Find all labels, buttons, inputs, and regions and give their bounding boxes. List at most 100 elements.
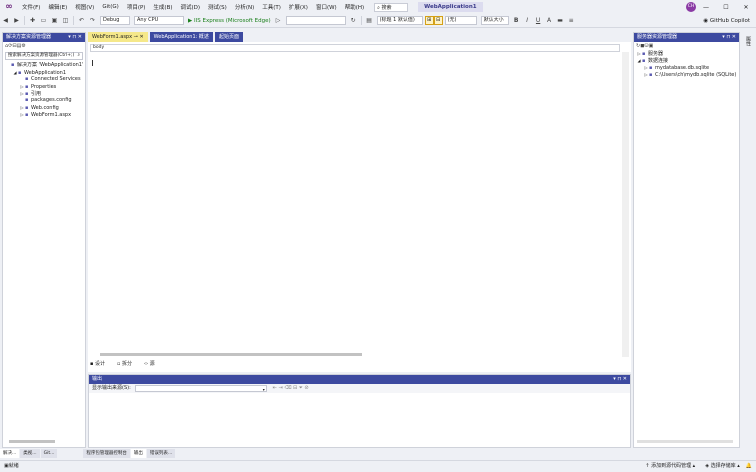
panel-controls[interactable]: ▾ ⊓ ✕: [613, 375, 627, 384]
bold-icon[interactable]: B: [512, 16, 521, 25]
search-box[interactable]: ⌕ 搜索: [374, 2, 409, 12]
se-tree: ▪ 解决方案 'WebApplication1' ◢▪ WebApplication1…: [3, 62, 85, 118]
underline-icon[interactable]: U: [534, 16, 543, 25]
divider: [360, 16, 362, 25]
menu-build[interactable]: 生成(B): [149, 3, 176, 11]
toolbar: ◀ ▶ ✚ ▭ ▣ ◫ ↶ ↷ Debug Any CPU ▶ IIS Expr…: [0, 14, 756, 28]
save-icon[interactable]: ▣: [50, 16, 59, 25]
pin-icon[interactable]: ⊸ ✕: [134, 34, 144, 40]
tree-item[interactable]: ▷▪ Properties: [3, 83, 85, 90]
toolbox-icon[interactable]: ▤: [365, 16, 374, 25]
tab-label: WebApplication1: 概述: [153, 34, 209, 40]
back-icon[interactable]: ◀: [1, 16, 10, 25]
italic-icon[interactable]: I: [523, 16, 532, 25]
highlight-icon[interactable]: ▬: [556, 16, 565, 25]
btab-package-console[interactable]: 程序包管理器控制台: [83, 449, 130, 458]
tab-webform1[interactable]: WebForm1.aspx ⊸ ✕: [88, 32, 148, 42]
configuration-select[interactable]: Debug: [100, 16, 130, 25]
menu-edit[interactable]: 编辑(E): [44, 3, 71, 11]
open-folder-icon[interactable]: ▭: [39, 16, 48, 25]
copilot-button[interactable]: ◉ GitHub Copilot: [703, 18, 756, 24]
text-cursor: [92, 60, 93, 66]
tree-item[interactable]: ▷▪ 引用: [3, 90, 85, 97]
element-nav-bar[interactable]: body: [90, 44, 620, 52]
tab-overview[interactable]: WebApplication1: 概述: [149, 32, 213, 42]
menu-debug[interactable]: 调试(D): [177, 3, 205, 11]
properties-icon[interactable]: ⚙: [21, 43, 25, 49]
menu-file[interactable]: 文件(F): [18, 3, 44, 11]
tree-item[interactable]: ▷▪ WebForm1.aspx: [3, 111, 85, 118]
menu-help[interactable]: 帮助(H): [341, 3, 368, 11]
menu-analyze[interactable]: 分析(N): [231, 3, 258, 11]
tree-item[interactable]: ▪ Connected Services: [3, 76, 85, 83]
se-search-input[interactable]: 搜索解决方案资源管理器(Ctrl+;) ⌕: [5, 52, 83, 60]
btab-class-view[interactable]: 类视...: [20, 449, 40, 458]
tree-item-label: 解决方案 'WebApplication1': [17, 62, 84, 68]
menu-git[interactable]: Git(G): [98, 4, 123, 10]
font-name-select[interactable]: (无): [444, 16, 477, 25]
tree-item[interactable]: ▷▪ Web.config: [3, 104, 85, 111]
se-hscrollbar[interactable]: [9, 440, 55, 443]
maximize-button[interactable]: ☐: [716, 4, 736, 11]
connect-server-icon[interactable]: ▣: [649, 43, 654, 49]
panel-controls[interactable]: ▾ ⊓ ✕: [722, 33, 736, 42]
output-source-label: 显示输出来源(S):: [92, 385, 131, 391]
tree-item[interactable]: ▷▪ mydatabase.db.sqlite: [634, 64, 739, 71]
block-format-select[interactable]: (标题 1 默认值): [376, 16, 423, 25]
editor-vscrollbar[interactable]: [622, 52, 629, 357]
tab-label: WebForm1.aspx: [92, 34, 133, 40]
editor-hscrollbar[interactable]: [100, 353, 362, 356]
refresh-icon[interactable]: ↻: [349, 16, 358, 25]
target-select[interactable]: [285, 16, 346, 25]
redo-icon[interactable]: ↷: [88, 16, 97, 25]
align-icon[interactable]: ≡: [567, 16, 576, 25]
new-project-icon[interactable]: ✚: [28, 16, 37, 25]
panel-controls[interactable]: ▾ ⊓ ✕: [68, 33, 82, 42]
close-button[interactable]: ✕: [736, 4, 756, 11]
avatar[interactable]: CH: [686, 2, 696, 12]
menu-window[interactable]: 窗口(W): [312, 3, 341, 11]
font-color-icon[interactable]: A: [545, 16, 554, 25]
tree-item[interactable]: ▷▪ 服务器: [634, 50, 739, 57]
menu-extensions[interactable]: 扩展(X): [285, 3, 312, 11]
menu-project[interactable]: 项目(P): [123, 3, 150, 11]
btab-solution[interactable]: 解决...: [0, 449, 20, 458]
platform-select[interactable]: Any CPU: [134, 16, 184, 25]
select-repo-button[interactable]: ◈ 选择存储库 ▴: [705, 461, 740, 472]
notification-icon[interactable]: 🔔: [746, 461, 752, 472]
tree-item[interactable]: ◢▪ WebApplication1: [3, 69, 85, 76]
btab-git[interactable]: Git...: [40, 449, 58, 458]
status-icon: ▣: [4, 463, 9, 469]
btab-output[interactable]: 输出: [130, 449, 146, 458]
tab-start-page[interactable]: 起始页面: [214, 32, 243, 42]
font-size-select[interactable]: 默认大小: [480, 16, 509, 25]
run-button[interactable]: ▶ IIS Express (Microsoft Edge): [188, 18, 271, 24]
server-hscrollbar[interactable]: [637, 440, 733, 443]
save-all-icon[interactable]: ◫: [61, 16, 70, 25]
view-tab-design[interactable]: ▪ 设计: [90, 360, 111, 369]
undo-icon[interactable]: ↶: [77, 16, 86, 25]
menu-view[interactable]: 视图(V): [71, 3, 98, 11]
solution-title: WebApplication1: [418, 2, 483, 12]
view-tab-split[interactable]: ▫ 拆分: [117, 360, 138, 369]
btab-error-list[interactable]: 错误列表...: [146, 449, 176, 458]
position-icon[interactable]: ⊞: [424, 16, 434, 25]
code-editor[interactable]: [88, 42, 631, 372]
tree-item[interactable]: ◢▪ 数据连接: [634, 57, 739, 64]
tree-item[interactable]: ▪ packages.config: [3, 97, 85, 104]
start-without-debug-icon[interactable]: ▷: [274, 16, 283, 25]
tree-item[interactable]: ▪ 解决方案 'WebApplication1': [3, 62, 85, 69]
minimize-button[interactable]: —: [696, 4, 716, 11]
menu-test[interactable]: 测试(S): [204, 3, 231, 11]
divider: [73, 16, 74, 25]
view-tab-label: 拆分: [121, 361, 132, 367]
add-source-control-button[interactable]: ↑ 添加到源代码管理 ▴: [645, 461, 695, 472]
forward-icon[interactable]: ▶: [12, 16, 21, 25]
output-source-select[interactable]: ▾: [134, 385, 267, 392]
menu-tools[interactable]: 工具(T): [258, 3, 285, 11]
view-tab-source[interactable]: ‹› 源: [144, 360, 161, 369]
output-tool-icons[interactable]: ⇤ ⇥ ⌫ ⊟ ⏷ ⊘: [273, 384, 309, 393]
properties-tab[interactable]: 属性: [745, 36, 752, 46]
layer-icon[interactable]: ⊟: [433, 16, 443, 25]
tree-item[interactable]: ▷▪ C:\Users\ch\mydb.sqlite (SQLite): [634, 71, 739, 78]
